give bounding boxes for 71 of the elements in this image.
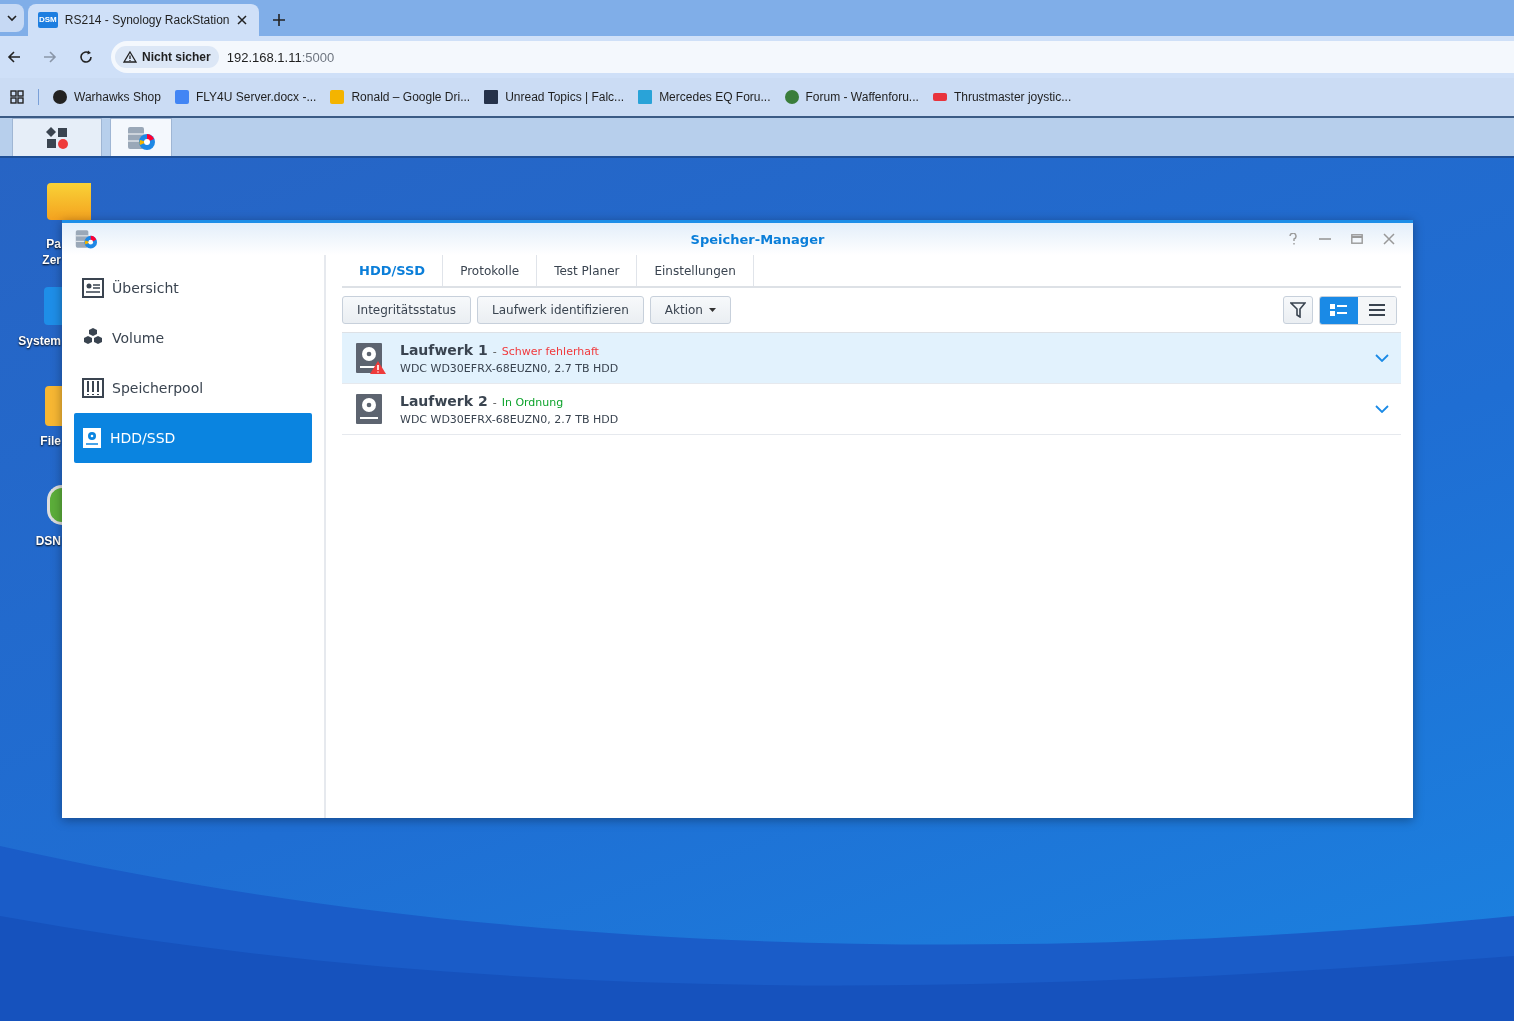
url-text: 192.168.1.11:5000 (226, 49, 335, 65)
sidebar-label: Volume (112, 330, 165, 346)
reload-icon[interactable] (79, 50, 93, 64)
expand-icon[interactable] (1375, 354, 1389, 362)
help-icon[interactable] (1287, 233, 1299, 245)
drive-name: Laufwerk 1 (400, 341, 488, 358)
filter-icon (1290, 302, 1306, 318)
sidebar-label: Speicherpool (112, 380, 204, 396)
sidebar-item[interactable]: HDD/SSD (74, 413, 312, 463)
tab-favicon: DSM (38, 12, 58, 28)
storage-app-button[interactable] (110, 118, 172, 156)
close-icon[interactable] (237, 15, 247, 25)
bookmark[interactable]: FLY4U Server.docx -... (174, 90, 317, 104)
new-tab-icon[interactable] (273, 14, 285, 26)
app-label[interactable]: File (40, 433, 61, 449)
bookmark[interactable]: Warhawks Shop (53, 90, 161, 104)
action-dropdown[interactable]: Aktion (649, 296, 731, 324)
back-icon[interactable] (7, 50, 21, 64)
warning-icon (123, 51, 137, 63)
tab[interactable]: HDD/SSD (342, 255, 444, 286)
sidebar-item[interactable]: Speicherpool (74, 363, 312, 413)
tab[interactable]: Einstellungen (637, 255, 754, 286)
app-label[interactable]: DSN (35, 533, 61, 549)
tab-list-button[interactable] (0, 4, 24, 32)
separator-dash: - (492, 344, 497, 358)
toolbar-button[interactable]: Integritätsstatus (342, 296, 471, 324)
detail-list-icon (1330, 303, 1348, 317)
caret-icon (6, 12, 18, 24)
drive-status: Schwer fehlerhaft (501, 344, 599, 358)
address-bar[interactable]: Nicht sicher 192.168.1.11:5000 (111, 41, 1514, 73)
drive-details: WDC WD30EFRX-68EUZN0, 2.7 TB HDD (400, 361, 620, 375)
sidebar-label: HDD/SSD (110, 430, 176, 446)
bookmark[interactable]: Mercedes EQ Foru... (638, 90, 771, 104)
drive-row[interactable]: Laufwerk 2 - In Ordnung WDC WD30EFRX-68EUZN0, 2.7 TB HDD (342, 384, 1401, 435)
expand-icon[interactable] (1375, 405, 1389, 413)
separator-dash: - (492, 395, 497, 409)
list-view-button[interactable] (1358, 296, 1396, 324)
bookmark[interactable]: Ronald – Google Dri... (330, 90, 471, 104)
app-logo-icon (74, 228, 98, 250)
sidebar-item[interactable]: Volume (74, 313, 312, 363)
maximize-icon[interactable] (1351, 234, 1363, 244)
menu-icon (1369, 304, 1385, 316)
bookmark[interactable]: Thrustmaster joystic... (932, 90, 1072, 104)
drive-name: Laufwerk 2 (400, 392, 488, 409)
browser-tab[interactable]: DSM RS214 - Synology RackStation (28, 4, 259, 36)
apps-icon[interactable] (10, 90, 24, 104)
window-title: Speicher-Manager (690, 231, 825, 247)
toolbar-button[interactable]: Laufwerk identifizieren (477, 296, 644, 324)
tab[interactable]: Protokolle (443, 255, 538, 286)
forward-icon[interactable] (43, 50, 57, 64)
tab[interactable]: Test Planer (537, 255, 638, 286)
filter-button[interactable] (1283, 296, 1313, 324)
app-label[interactable]: System (18, 333, 61, 349)
app-icon[interactable] (47, 485, 62, 525)
disk-warning-icon (354, 341, 386, 375)
apps-grid-icon (45, 125, 69, 150)
detail-view-button[interactable] (1320, 296, 1358, 324)
drive-row[interactable]: Laufwerk 1 - Schwer fehlerhaft WDC WD30EFRX-68EUZN0, 2.7 TB HDD (342, 333, 1401, 384)
security-chip[interactable]: Nicht sicher (115, 46, 219, 68)
drive-details: WDC WD30EFRX-68EUZN0, 2.7 TB HDD (400, 412, 620, 426)
overview-icon (82, 278, 104, 298)
bookmark[interactable]: Forum - Waffenforu... (784, 90, 919, 104)
sidebar-item[interactable]: Übersicht (74, 263, 312, 313)
bookmark[interactable]: Unread Topics | Falc... (484, 90, 625, 104)
caret-icon (708, 308, 716, 312)
sidebar-label: Übersicht (112, 280, 179, 296)
main-menu-button[interactable] (12, 118, 102, 156)
app-label[interactable]: Zer (42, 252, 61, 268)
drive-status: In Ordnung (501, 395, 564, 409)
app-label[interactable]: Pa (46, 236, 61, 252)
storage-pool-icon (82, 378, 104, 398)
